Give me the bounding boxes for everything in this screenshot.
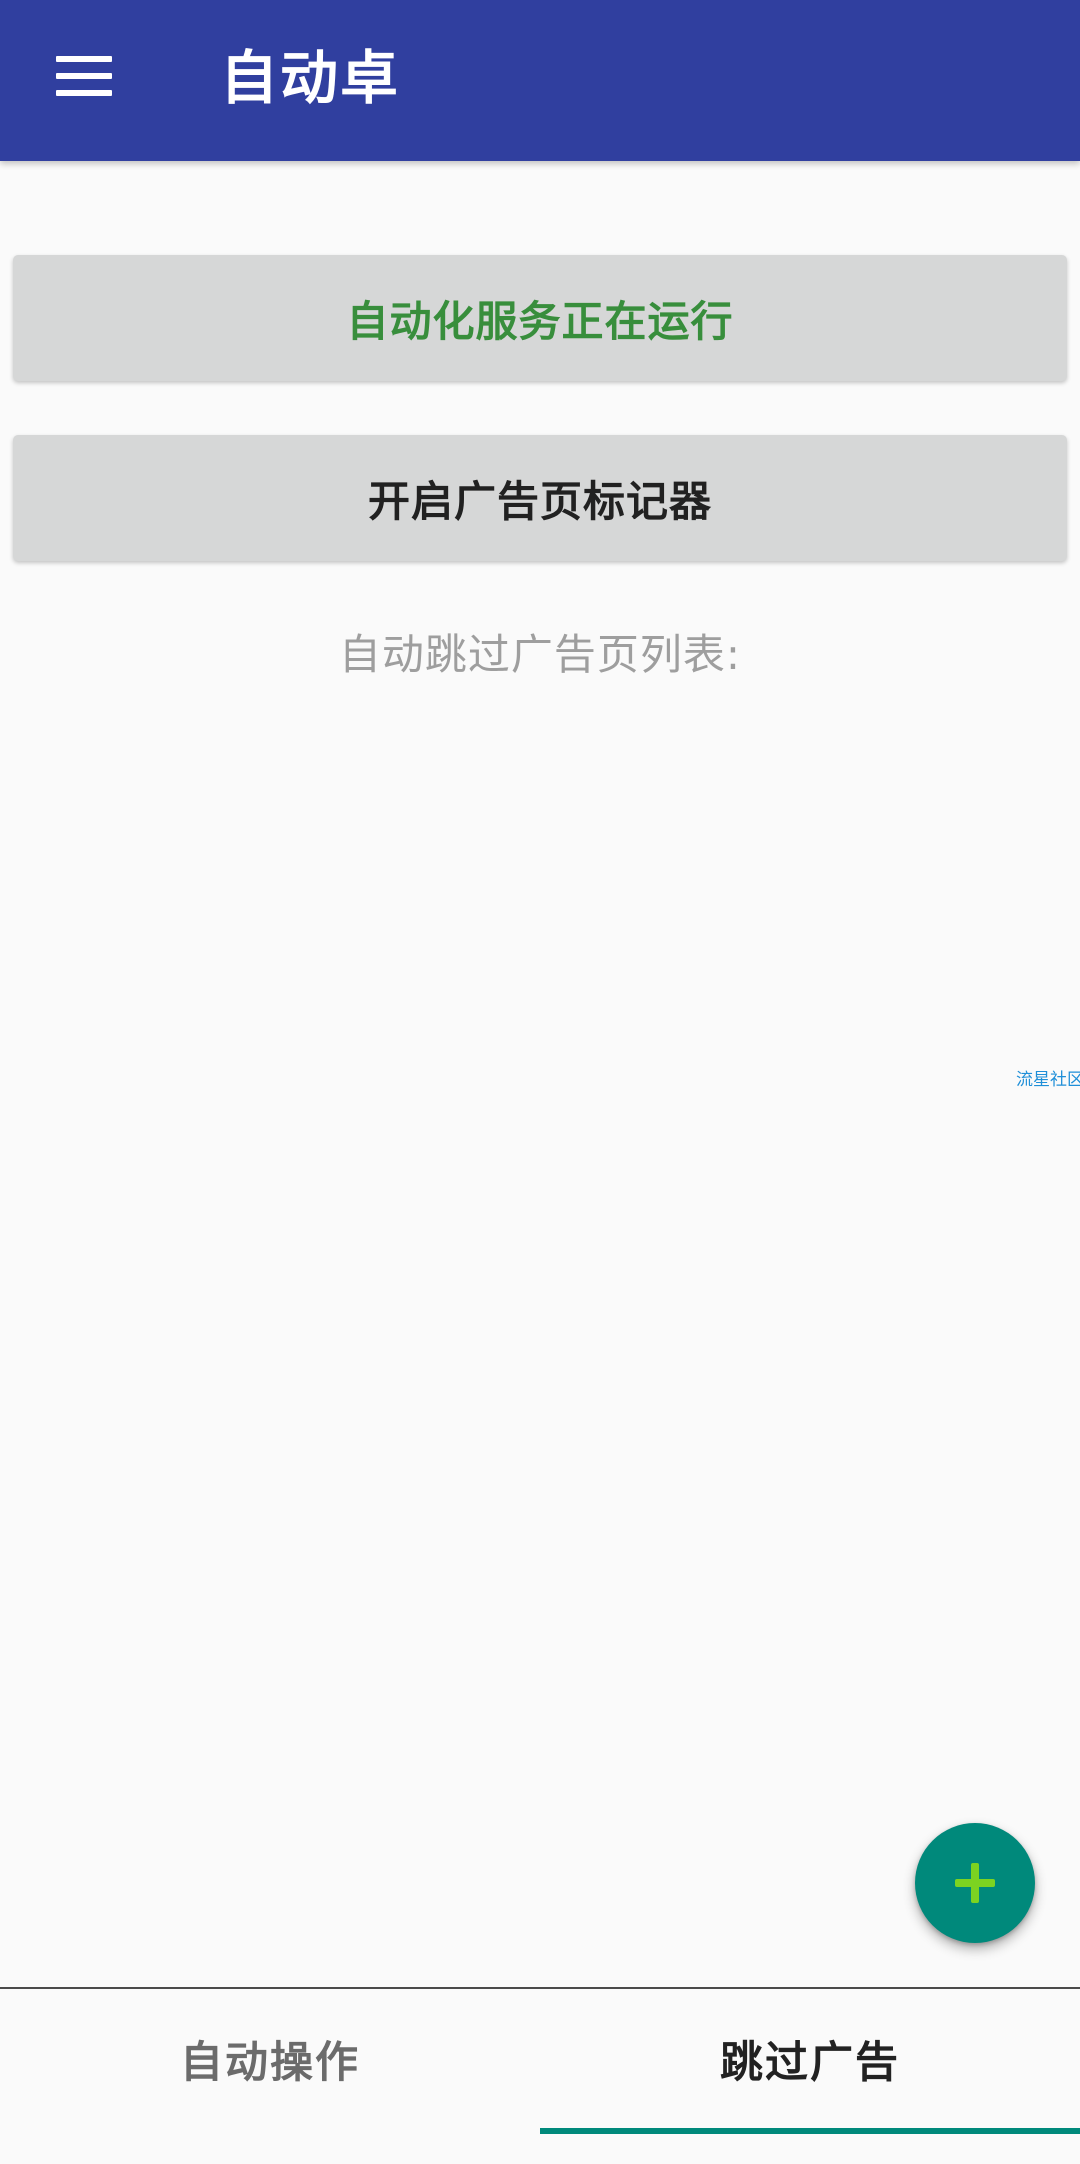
- menu-icon-line: [56, 56, 112, 62]
- watermark-text: 流星社区: [1016, 1070, 1080, 1090]
- add-button[interactable]: [915, 1823, 1035, 1943]
- app-title: 自动卓: [220, 44, 401, 112]
- menu-icon[interactable]: [52, 50, 116, 104]
- tab-skip-ads[interactable]: 跳过广告: [540, 1989, 1080, 2129]
- menu-icon-line: [56, 90, 112, 96]
- app-bar: 自动卓: [0, 0, 1080, 161]
- bottom-tab-bar: 自动操作 跳过广告: [0, 1987, 1080, 2164]
- service-status-button[interactable]: 自动化服务正在运行: [13, 255, 1067, 381]
- menu-icon-line: [56, 73, 112, 79]
- tab-auto-operation[interactable]: 自动操作: [0, 1989, 540, 2129]
- plus-icon: [955, 1863, 995, 1903]
- ad-marker-button[interactable]: 开启广告页标记器: [13, 435, 1067, 561]
- selected-tab-indicator: [540, 2128, 1080, 2134]
- skip-ad-list-label: 自动跳过广告页列表:: [338, 630, 742, 679]
